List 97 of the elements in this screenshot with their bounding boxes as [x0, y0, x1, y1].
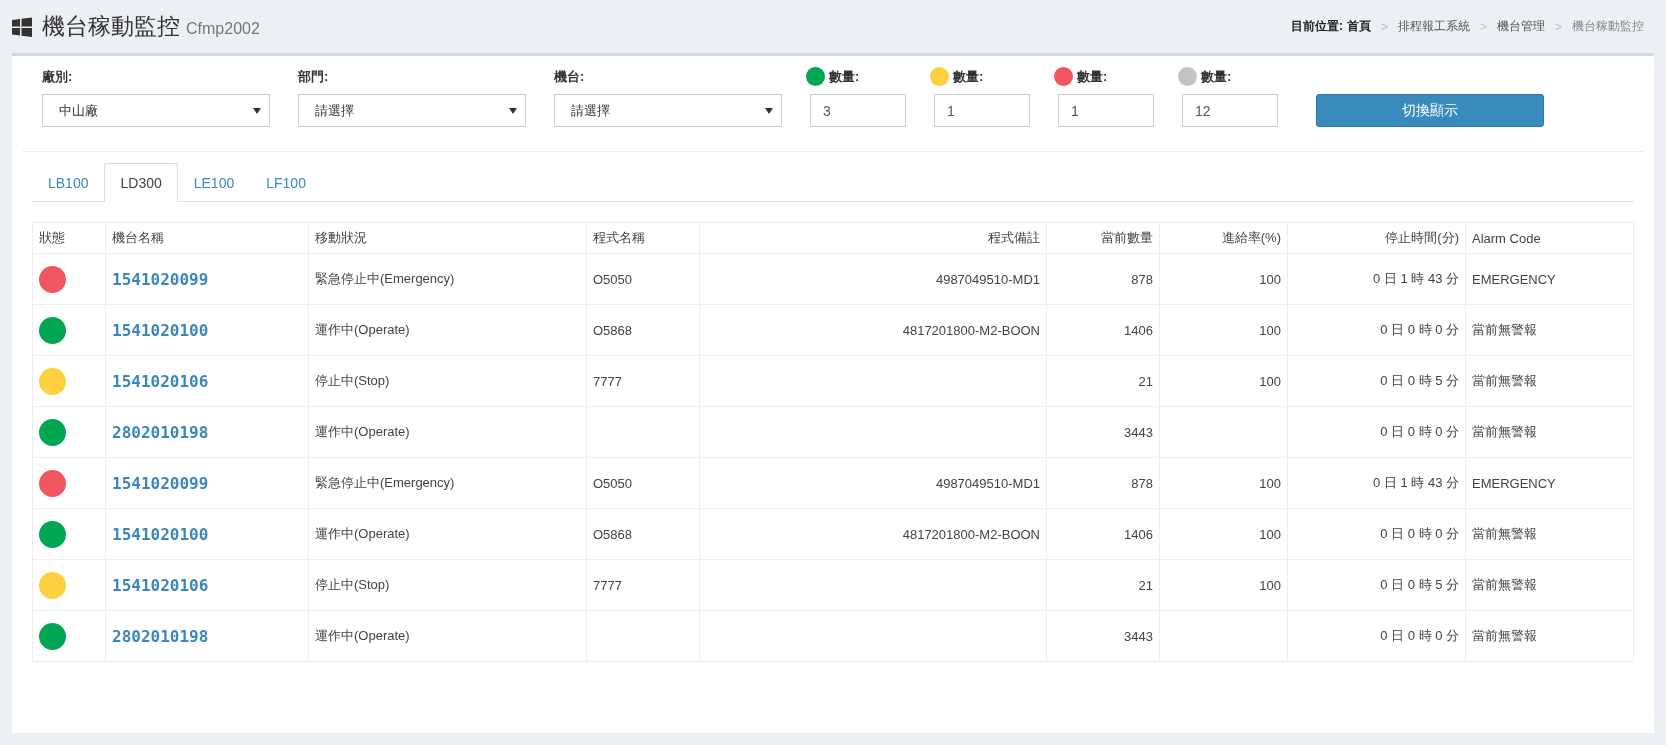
machine-link[interactable]: 1541020106: [112, 575, 209, 595]
count-label: 數量:: [1077, 67, 1108, 86]
tab[interactable]: LD300: [104, 163, 178, 202]
column-header: 移動狀況: [308, 222, 587, 254]
dropdown[interactable]: 中山廠: [42, 94, 270, 127]
filter-label: 部門:: [298, 68, 330, 86]
dropdown[interactable]: 請選擇: [298, 94, 526, 127]
table-cell: 878: [1131, 475, 1153, 491]
table-cell: EMERGENCY: [1472, 475, 1556, 491]
table-cell: 當前無警報: [1472, 373, 1537, 388]
breadcrumb-separator: >: [1380, 19, 1388, 34]
table-cell: 運作中(Operate): [315, 628, 410, 643]
table-cell: EMERGENCY: [1472, 271, 1556, 287]
column-header: 程式名稱: [586, 222, 700, 254]
table-cell: 1406: [1124, 526, 1153, 542]
machine-link[interactable]: 1541020106: [112, 371, 209, 391]
table-cell: 100: [1259, 322, 1281, 338]
tab[interactable]: LF100: [250, 163, 322, 202]
table-cell: 停止中(Stop): [315, 577, 390, 592]
table-cell: 緊急停止中(Emergency): [315, 475, 455, 490]
table-cell: 878: [1131, 271, 1153, 287]
machine-link[interactable]: 1541020099: [112, 269, 209, 289]
column-header: 當前數量: [1046, 222, 1160, 254]
toggle-display-button[interactable]: 切換顯示: [1316, 94, 1544, 127]
table-cell: 100: [1259, 373, 1281, 389]
table-cell: 0 日 0 時 0 分: [1380, 424, 1459, 439]
page-subtitle: Cfmp2002: [186, 20, 260, 38]
count-field[interactable]: 3: [810, 94, 906, 127]
table-cell: O5868: [593, 526, 633, 542]
column-header: 狀態: [32, 222, 106, 254]
table-cell: 緊急停止中(Emergency): [315, 271, 455, 286]
table-cell: 運作中(Operate): [315, 424, 410, 439]
tab[interactable]: LB100: [32, 163, 105, 202]
column-header: 程式備註: [699, 222, 1047, 254]
table-cell: 100: [1259, 475, 1281, 491]
table-cell: 運作中(Operate): [315, 526, 410, 541]
count-field[interactable]: 12: [1182, 94, 1278, 127]
windows-logo-icon: [12, 16, 32, 37]
table-cell: O5868: [593, 322, 633, 338]
column-header: Alarm Code: [1465, 222, 1634, 254]
table-cell: 運作中(Operate): [315, 322, 410, 337]
table-cell: 0 日 1 時 43 分: [1373, 271, 1459, 286]
table-cell: 0 日 1 時 43 分: [1373, 475, 1459, 490]
table-cell: 7777: [593, 373, 622, 389]
table-cell: 0 日 0 時 0 分: [1380, 628, 1459, 643]
table-cell: 0 日 0 時 0 分: [1380, 322, 1459, 337]
breadcrumb-separator: >: [1555, 19, 1562, 34]
table-cell: O5050: [593, 475, 633, 491]
table-cell: 21: [1138, 373, 1153, 389]
breadcrumb-link[interactable]: 首頁: [1346, 18, 1371, 35]
breadcrumb-link[interactable]: 機台管理: [1497, 18, 1545, 35]
table-cell: O5050: [593, 271, 633, 287]
table-cell: 當前無警報: [1472, 424, 1537, 439]
table-cell: 1406: [1124, 322, 1153, 338]
dropdown[interactable]: 請選擇: [554, 94, 782, 127]
machine-link[interactable]: 1541020099: [112, 473, 209, 493]
machine-link[interactable]: 2802010198: [112, 626, 209, 646]
table-cell: 當前無警報: [1472, 577, 1537, 592]
breadcrumb-separator: >: [1479, 19, 1487, 34]
table-cell: 100: [1259, 577, 1281, 593]
caret-icon: [509, 107, 517, 114]
table-cell: 0 日 0 時 5 分: [1380, 577, 1459, 592]
table-cell: 當前無警報: [1472, 526, 1537, 541]
machine-link[interactable]: 2802010198: [112, 422, 209, 442]
machine-link[interactable]: 1541020100: [112, 320, 209, 340]
machine-link[interactable]: 1541020100: [112, 524, 209, 544]
count-label: 數量:: [829, 67, 860, 86]
breadcrumb-link[interactable]: 排程報工系統: [1397, 18, 1470, 35]
count-label: 數量:: [1201, 67, 1232, 86]
table-cell: 當前無警報: [1472, 322, 1537, 337]
table-cell: 3443: [1124, 628, 1153, 644]
table-cell: 0 日 0 時 5 分: [1380, 373, 1459, 388]
column-header: 機台名稱: [105, 222, 309, 254]
column-header: 停止時間(分): [1287, 222, 1466, 254]
table-cell: 7777: [593, 577, 622, 593]
table-cell: 21: [1138, 577, 1153, 593]
table-cell: 停止中(Stop): [315, 373, 390, 388]
table-cell: 4817201800-M2-BOON: [902, 322, 1040, 338]
caret-icon: [765, 107, 773, 114]
caret-icon: [253, 107, 261, 114]
filter-label: 廠別:: [42, 68, 74, 86]
table-cell: 3443: [1124, 424, 1153, 440]
column-header: 進給率(%): [1159, 222, 1288, 254]
filter-label: 機台:: [554, 68, 586, 86]
table-cell: 4987049510-MD1: [935, 475, 1040, 491]
table-cell: 100: [1259, 526, 1281, 542]
breadcrumb-label: 目前位置:: [1290, 18, 1343, 35]
table-cell: 4987049510-MD1: [935, 271, 1040, 287]
tab[interactable]: LE100: [177, 163, 251, 202]
count-field[interactable]: 1: [934, 94, 1030, 127]
count-field[interactable]: 1: [1058, 94, 1154, 127]
table-cell: 0 日 0 時 0 分: [1380, 526, 1459, 541]
page-title: 機台稼動監控: [42, 12, 180, 41]
table-cell: 當前無警報: [1472, 628, 1537, 643]
table-cell: 4817201800-M2-BOON: [902, 526, 1040, 542]
count-label: 數量:: [953, 67, 984, 86]
table-cell: 100: [1259, 271, 1281, 287]
